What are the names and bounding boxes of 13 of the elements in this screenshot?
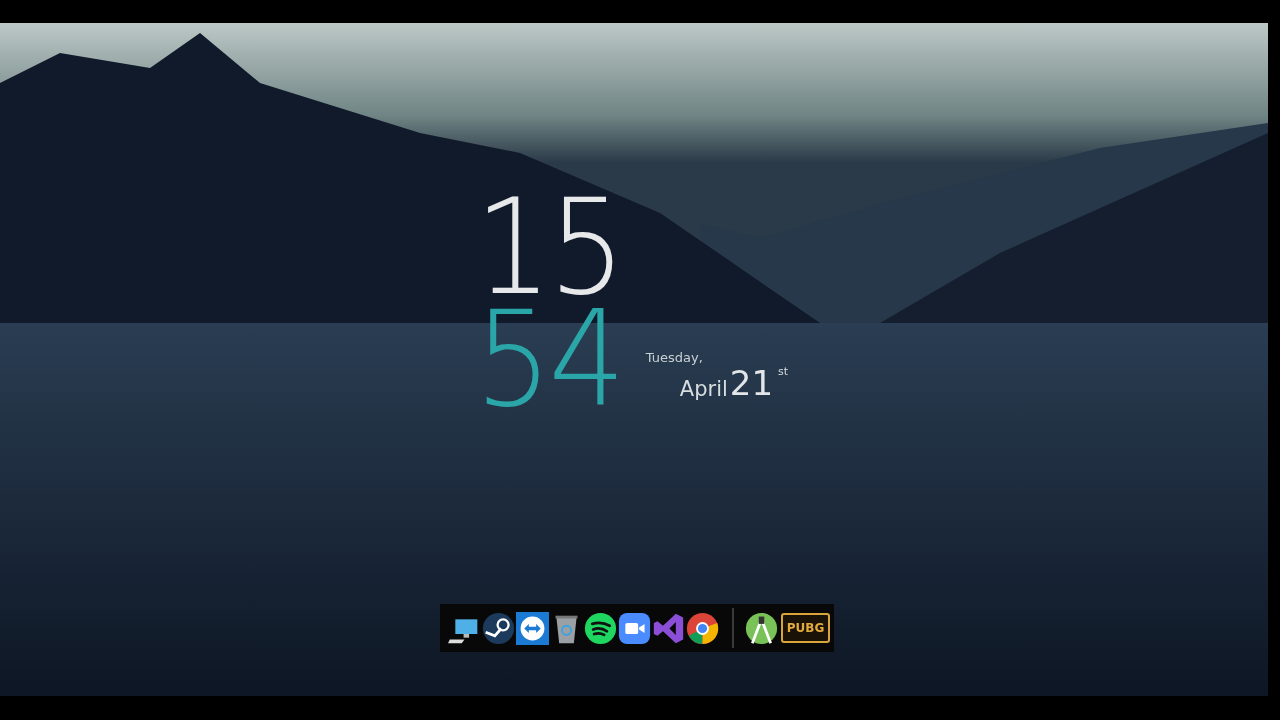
clock-hour: 15 <box>474 191 622 303</box>
robot-compass-icon[interactable] <box>744 611 778 645</box>
color-wheel-icon[interactable] <box>685 611 719 645</box>
weekday-text: Tuesday, <box>645 350 704 365</box>
day-suffix: st <box>778 365 789 378</box>
game-logo[interactable]: PUBG <box>780 613 831 643</box>
day-number: 21 <box>729 365 774 401</box>
ribbon-loop-icon[interactable] <box>651 611 685 645</box>
sound-waves-icon[interactable] <box>583 611 617 645</box>
piston-circle-icon[interactable] <box>481 611 515 645</box>
month-text: April <box>679 377 728 401</box>
clock-minute: 54 <box>474 303 622 415</box>
video-camera-icon[interactable] <box>617 611 651 645</box>
